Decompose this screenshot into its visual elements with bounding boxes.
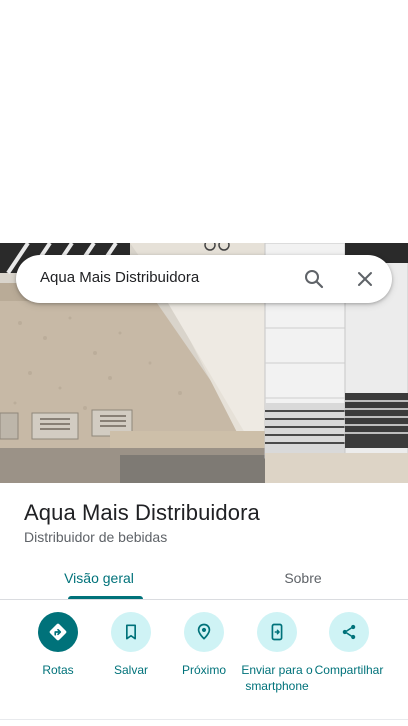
save-label: Salvar <box>113 663 148 677</box>
share-label: Compartilhar <box>314 663 384 677</box>
map-area-blank <box>0 0 408 243</box>
place-title: Aqua Mais Distribuidora <box>24 500 260 525</box>
tab-bar: Visão geral Sobre <box>0 556 408 600</box>
share-button[interactable]: Compartilhar <box>312 612 386 678</box>
share-icon <box>329 612 369 652</box>
tab-about[interactable]: Sobre <box>218 556 388 600</box>
divider <box>0 719 408 720</box>
search-icon[interactable] <box>302 267 326 291</box>
save-button[interactable]: Salvar <box>94 612 168 678</box>
send-to-phone-label: Enviar para o smartphone <box>241 663 313 693</box>
directions-button[interactable]: Rotas <box>21 612 95 678</box>
nearby-icon <box>184 612 224 652</box>
directions-label: Rotas <box>42 663 74 677</box>
action-buttons: Rotas Salvar Próximo Enviar para o smart… <box>0 612 408 712</box>
search-bar[interactable]: Aqua Mais Distribuidora <box>16 255 392 303</box>
directions-icon <box>38 612 78 652</box>
close-icon[interactable] <box>353 267 377 291</box>
bookmark-icon <box>111 612 151 652</box>
search-input[interactable]: Aqua Mais Distribuidora <box>40 269 199 286</box>
tab-overview[interactable]: Visão geral <box>14 556 184 600</box>
send-to-phone-button[interactable]: Enviar para o smartphone <box>240 612 314 694</box>
send-to-phone-icon <box>257 612 297 652</box>
place-category: Distribuidor de bebidas <box>24 529 168 545</box>
nearby-button[interactable]: Próximo <box>167 612 241 678</box>
nearby-label: Próximo <box>181 663 226 677</box>
active-tab-indicator <box>68 596 143 599</box>
